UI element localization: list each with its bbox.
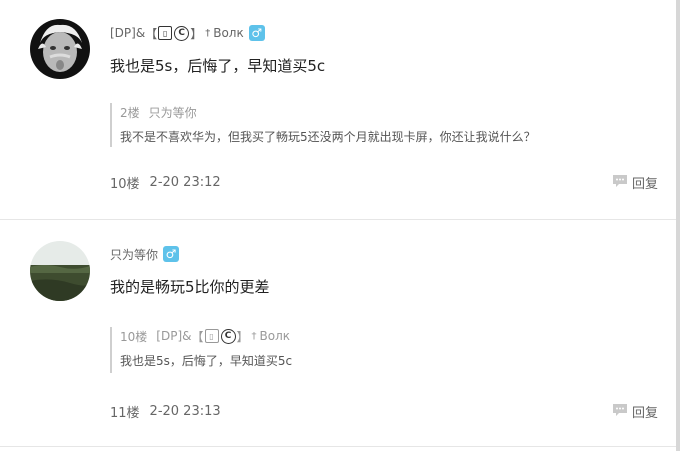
reply-bubble-icon bbox=[612, 403, 628, 421]
quote-text: 我不是不喜欢华为，但我买了畅玩5还没两个月就出现卡屏，你还让我说什么？ bbox=[120, 130, 536, 144]
author-name: 只为等你 bbox=[110, 247, 159, 262]
divider bbox=[0, 446, 676, 447]
avatar[interactable] bbox=[30, 241, 90, 301]
cross-icon: † bbox=[205, 27, 211, 39]
quoted-comment: 10楼 [DP]& 【 ▯ C 】 † Волк 我也是5s，后悔了，早知道买5… bbox=[110, 327, 640, 373]
reply-button[interactable]: 回复 bbox=[612, 173, 658, 192]
bracket-close: 】 bbox=[236, 329, 249, 344]
copyright-icon: C bbox=[220, 328, 236, 344]
male-icon: ♂ bbox=[248, 25, 265, 41]
comment-item: 只为等你 ♂ 我的是畅玩5比你的更差 10楼 [DP]& 【 ▯ C 】 † В… bbox=[0, 219, 676, 448]
bracket-open: 【 bbox=[145, 26, 158, 41]
tag-icon: ▯ bbox=[204, 329, 219, 343]
author-name-prefix: [DP]& bbox=[110, 26, 146, 40]
quote-author-prefix[interactable]: [DP]& bbox=[156, 329, 191, 343]
quoted-comment: 2楼 只为等你 我不是不喜欢华为，但我买了畅玩5还没两个月就出现卡屏，你还让我说… bbox=[110, 103, 640, 147]
comment-meta: 11楼 2-20 23:13 bbox=[110, 402, 221, 421]
floor-number: 11楼 bbox=[110, 406, 140, 421]
timestamp: 2-20 23:12 bbox=[149, 175, 221, 190]
reply-button[interactable]: 回复 bbox=[612, 402, 658, 421]
reply-label: 回复 bbox=[631, 177, 658, 192]
floor-number: 10楼 bbox=[110, 177, 140, 192]
comment-item: [DP]& 【 ▯ C 】 † Волк ♂ 我也是5s，后悔了，早知道买5c … bbox=[0, 0, 676, 219]
reply-bubble-icon bbox=[612, 174, 628, 192]
comment-content: 我也是5s，后悔了，早知道买5c bbox=[110, 57, 326, 75]
timestamp: 2-20 23:13 bbox=[149, 404, 221, 419]
reply-label: 回复 bbox=[631, 406, 658, 421]
bracket-close: 】 bbox=[190, 26, 203, 41]
bracket-open: 【 bbox=[191, 329, 204, 344]
comment-meta: 10楼 2-20 23:12 bbox=[110, 173, 221, 192]
tag-icon: ▯ bbox=[158, 26, 173, 40]
cross-icon: † bbox=[251, 330, 257, 342]
author-name-suffix: Волк bbox=[213, 26, 244, 40]
comment-author[interactable]: [DP]& 【 ▯ C 】 † Волк ♂ bbox=[110, 23, 265, 43]
comment-author[interactable]: 只为等你 ♂ bbox=[110, 244, 180, 264]
comment-content: 我的是畅玩5比你的更差 bbox=[110, 278, 270, 296]
quote-floor: 2楼 bbox=[120, 105, 140, 120]
quote-floor: 10楼 bbox=[120, 329, 148, 344]
quote-author[interactable]: 只为等你 bbox=[149, 104, 197, 121]
quote-author-suffix: Волк bbox=[259, 329, 291, 343]
copyright-icon: C bbox=[174, 25, 190, 41]
quote-text: 我也是5s，后悔了，早知道买5c bbox=[120, 354, 293, 368]
avatar[interactable] bbox=[30, 19, 90, 79]
scrollbar[interactable] bbox=[676, 0, 680, 451]
male-icon: ♂ bbox=[163, 246, 180, 262]
